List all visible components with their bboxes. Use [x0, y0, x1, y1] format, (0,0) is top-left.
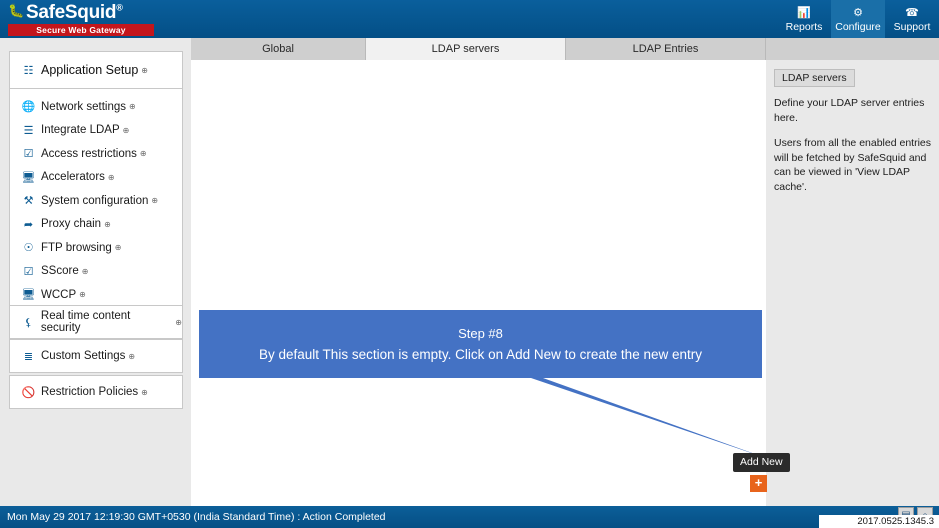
tab-bar: Global LDAP servers LDAP Entries — [191, 38, 939, 60]
ldap-servers-empty-area — [191, 60, 766, 506]
help-icon[interactable]: ⊕ — [115, 243, 122, 252]
sidebar-item-label: Real time content security — [41, 310, 172, 334]
sidebar-item-integrate-ldap[interactable]: ☰ Integrate LDAP ⊕ — [10, 119, 182, 143]
add-new-tooltip: Add New — [733, 453, 790, 472]
help-icon[interactable]: ⊕ — [129, 102, 136, 111]
add-new-button[interactable]: + — [750, 475, 767, 492]
tab-label: LDAP servers — [432, 43, 500, 55]
sidebar-item-custom-settings[interactable]: ≣ Custom Settings ⊕ — [10, 340, 182, 372]
sidebar-item-application-setup[interactable]: ☷ Application Setup ⊕ — [10, 52, 182, 88]
sidebar-item-proxy-chain[interactable]: ➦ Proxy chain ⊕ — [10, 213, 182, 237]
nav-reports[interactable]: 📊 Reports — [777, 0, 831, 38]
check-square-icon: ☑ — [21, 147, 36, 160]
grid-icon: ☷ — [21, 64, 36, 77]
sidebar-item-label: Accelerators — [41, 171, 105, 183]
help-pane: LDAP servers Define your LDAP server ent… — [766, 60, 939, 506]
help-icon[interactable]: ⊕ — [128, 352, 135, 361]
sidebar-panel-groups: 🌐 Network settings ⊕ ☰ Integrate LDAP ⊕ … — [9, 89, 183, 339]
sidebar-item-accelerators[interactable]: 🖥 Accelerators ⊕ — [10, 166, 182, 190]
logo[interactable]: 🐛 SafeSquid® Secure Web Gateway — [6, 2, 156, 36]
support-icon: ☎ — [905, 7, 919, 19]
help-icon[interactable]: ⊕ — [104, 220, 111, 229]
sidebar-panel-realtime: ⚸ Real time content security ⊕ — [9, 305, 183, 339]
reports-icon: 📊 — [797, 7, 811, 19]
sidebar-item-label: System configuration — [41, 195, 148, 207]
tab-global[interactable]: Global — [191, 38, 366, 60]
check-square-icon: ☑ — [21, 265, 36, 278]
server-icon: 🖥 — [21, 171, 36, 184]
sidebar-item-label: Integrate LDAP — [41, 124, 120, 136]
ban-icon: 🚫 — [21, 386, 36, 399]
app-header: 🐛 SafeSquid® Secure Web Gateway 📊 Report… — [0, 0, 939, 38]
sidebar-item-real-time-content-security[interactable]: ⚸ Real time content security ⊕ — [10, 306, 182, 338]
help-pane-paragraph-1: Define your LDAP server entries here. — [774, 96, 933, 125]
version-label: 2017.0525.1345.3 — [819, 515, 939, 528]
nav-configure[interactable]: ⚙ Configure — [831, 0, 885, 38]
sliders-icon: ≣ — [21, 350, 36, 363]
shield-icon: ⚸ — [21, 316, 36, 329]
sidebar-item-label: Application Setup — [41, 63, 138, 77]
help-icon[interactable]: ⊕ — [175, 318, 182, 327]
sidebar-item-system-configuration[interactable]: ⚒ System configuration ⊕ — [10, 189, 182, 213]
gear-icon: ⚙ — [853, 7, 863, 19]
sidebar-item-sscore[interactable]: ☑ SScore ⊕ — [10, 260, 182, 284]
sidebar-item-label: Network settings — [41, 101, 126, 113]
wrench-icon: ⚒ — [21, 194, 36, 207]
sidebar-item-access-restrictions[interactable]: ☑ Access restrictions ⊕ — [10, 142, 182, 166]
server-icon: 🖥 — [21, 288, 36, 301]
header-nav: 📊 Reports ⚙ Configure ☎ Support — [777, 0, 939, 38]
sidebar: ☷ Application Setup ⊕ 🌐 Network settings… — [0, 38, 191, 506]
callout-line-1: Step #8 — [458, 323, 503, 344]
status-bar: Mon May 29 2017 12:19:30 GMT+0530 (India… — [0, 506, 939, 528]
list-icon: ☰ — [21, 124, 36, 137]
tab-ldap-servers[interactable]: LDAP servers — [366, 38, 566, 60]
logo-main-text: SafeSquid — [26, 2, 116, 23]
sidebar-panel-restriction-policies: 🚫 Restriction Policies ⊕ — [9, 375, 183, 409]
sidebar-item-label: Custom Settings — [41, 350, 125, 362]
sidebar-item-label: FTP browsing — [41, 242, 112, 254]
help-icon[interactable]: ⊕ — [140, 149, 147, 158]
sidebar-item-label: Proxy chain — [41, 218, 101, 230]
sidebar-item-label: SScore — [41, 265, 79, 277]
callout-line-2: By default This section is empty. Click … — [259, 344, 702, 365]
sidebar-item-wccp[interactable]: 🖥 WCCP ⊕ — [10, 283, 182, 307]
nav-reports-label: Reports — [786, 21, 823, 33]
help-pane-title: LDAP servers — [774, 69, 855, 87]
help-icon[interactable]: ⊕ — [141, 388, 148, 397]
sidebar-item-label: WCCP — [41, 289, 76, 301]
sidebar-item-ftp-browsing[interactable]: ☉ FTP browsing ⊕ — [10, 236, 182, 260]
globe-icon: 🌐 — [21, 100, 36, 113]
logo-registered-mark: ® — [116, 3, 122, 13]
tab-ldap-entries[interactable]: LDAP Entries — [566, 38, 766, 60]
sidebar-item-restriction-policies[interactable]: 🚫 Restriction Policies ⊕ — [10, 376, 182, 408]
help-icon[interactable]: ⊕ — [82, 267, 89, 276]
tab-label: LDAP Entries — [633, 43, 699, 55]
folder-icon: ☉ — [21, 241, 36, 254]
help-icon[interactable]: ⊕ — [123, 126, 130, 135]
status-message: Mon May 29 2017 12:19:30 GMT+0530 (India… — [7, 511, 386, 523]
sidebar-item-network-settings[interactable]: 🌐 Network settings ⊕ — [10, 95, 182, 119]
help-icon[interactable]: ⊕ — [108, 173, 115, 182]
tab-label: Global — [262, 43, 294, 55]
sidebar-panel-application-setup: ☷ Application Setup ⊕ — [9, 51, 183, 89]
logo-tagline: Secure Web Gateway — [8, 24, 154, 36]
link-icon: ➦ — [21, 218, 36, 231]
logo-text: SafeSquid® — [26, 2, 123, 24]
logo-bug-icon: 🐛 — [8, 3, 24, 19]
app-window: 🐛 SafeSquid® Secure Web Gateway 📊 Report… — [0, 0, 939, 528]
sidebar-panel-custom-settings: ≣ Custom Settings ⊕ — [9, 339, 183, 373]
sidebar-item-label: Access restrictions — [41, 148, 137, 160]
nav-configure-label: Configure — [835, 21, 881, 33]
nav-support[interactable]: ☎ Support — [885, 0, 939, 38]
nav-support-label: Support — [894, 21, 931, 33]
help-icon[interactable]: ⊕ — [141, 66, 148, 75]
help-icon[interactable]: ⊕ — [151, 196, 158, 205]
help-icon[interactable]: ⊕ — [79, 290, 86, 299]
callout-step-8: Step #8 By default This section is empty… — [199, 310, 762, 378]
help-pane-paragraph-2: Users from all the enabled entries will … — [774, 136, 933, 194]
sidebar-item-label: Restriction Policies — [41, 386, 138, 398]
